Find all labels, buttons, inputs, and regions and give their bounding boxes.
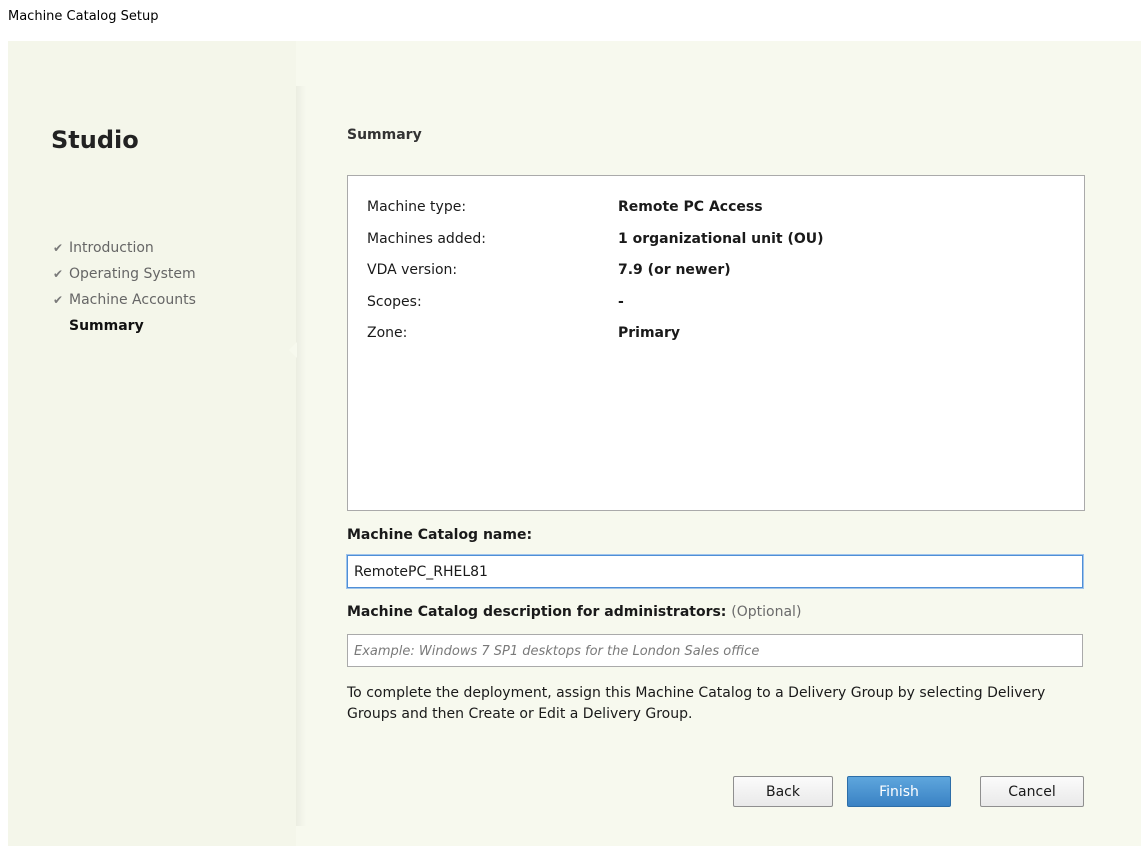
catalog-description-label-text: Machine Catalog description for administ…	[347, 604, 727, 620]
step-operating-system: ✔ Operating System	[53, 261, 196, 287]
cancel-button[interactable]: Cancel	[980, 776, 1084, 807]
summary-label: Scopes:	[367, 294, 422, 310]
sidebar: Studio ✔ Introduction ✔ Operating System ✔…	[8, 41, 296, 846]
step-label: Introduction	[69, 240, 154, 256]
summary-value: -	[618, 294, 624, 310]
catalog-description-label: Machine Catalog description for administ…	[347, 604, 801, 620]
catalog-name-input[interactable]	[347, 555, 1083, 588]
wizard-steps: ✔ Introduction ✔ Operating System ✔ Machine…	[53, 235, 196, 339]
summary-label: Machine type:	[367, 199, 467, 215]
wizard-panel: Studio ✔ Introduction ✔ Operating System ✔…	[8, 41, 1141, 846]
finish-button[interactable]: Finish	[847, 776, 951, 807]
catalog-name-label: Machine Catalog name:	[347, 527, 533, 543]
step-summary: Summary	[53, 313, 196, 339]
back-button[interactable]: Back	[733, 776, 833, 807]
summary-label: Machines added:	[367, 231, 486, 247]
summary-value: Primary	[618, 325, 681, 341]
step-label: Machine Accounts	[69, 292, 196, 308]
checkmark-icon: ✔	[53, 241, 64, 255]
main-content: Summary Machine type: Remote PC Access M…	[347, 41, 1092, 846]
step-label: Operating System	[69, 266, 196, 282]
window-title: Machine Catalog Setup	[8, 9, 159, 24]
current-step-pointer	[289, 342, 297, 358]
step-introduction: ✔ Introduction	[53, 235, 196, 261]
summary-value: 7.9 (or newer)	[618, 262, 731, 278]
deployment-info-text: To complete the deployment, assign this …	[347, 685, 1046, 722]
sidebar-divider	[296, 86, 306, 826]
step-label: Summary	[69, 318, 144, 334]
studio-title: Studio	[51, 126, 139, 154]
summary-value: 1 organizational unit (OU)	[618, 231, 824, 247]
summary-label: Zone:	[367, 325, 408, 341]
summary-value: Remote PC Access	[618, 199, 763, 215]
checkmark-icon: ✔	[53, 293, 64, 307]
summary-box: Machine type: Remote PC Access Machines …	[347, 175, 1085, 511]
checkmark-icon: ✔	[53, 267, 64, 281]
step-machine-accounts: ✔ Machine Accounts	[53, 287, 196, 313]
catalog-description-input[interactable]	[347, 634, 1083, 667]
optional-hint: (Optional)	[731, 604, 802, 620]
page-title: Summary	[347, 127, 422, 143]
summary-label: VDA version:	[367, 262, 458, 278]
